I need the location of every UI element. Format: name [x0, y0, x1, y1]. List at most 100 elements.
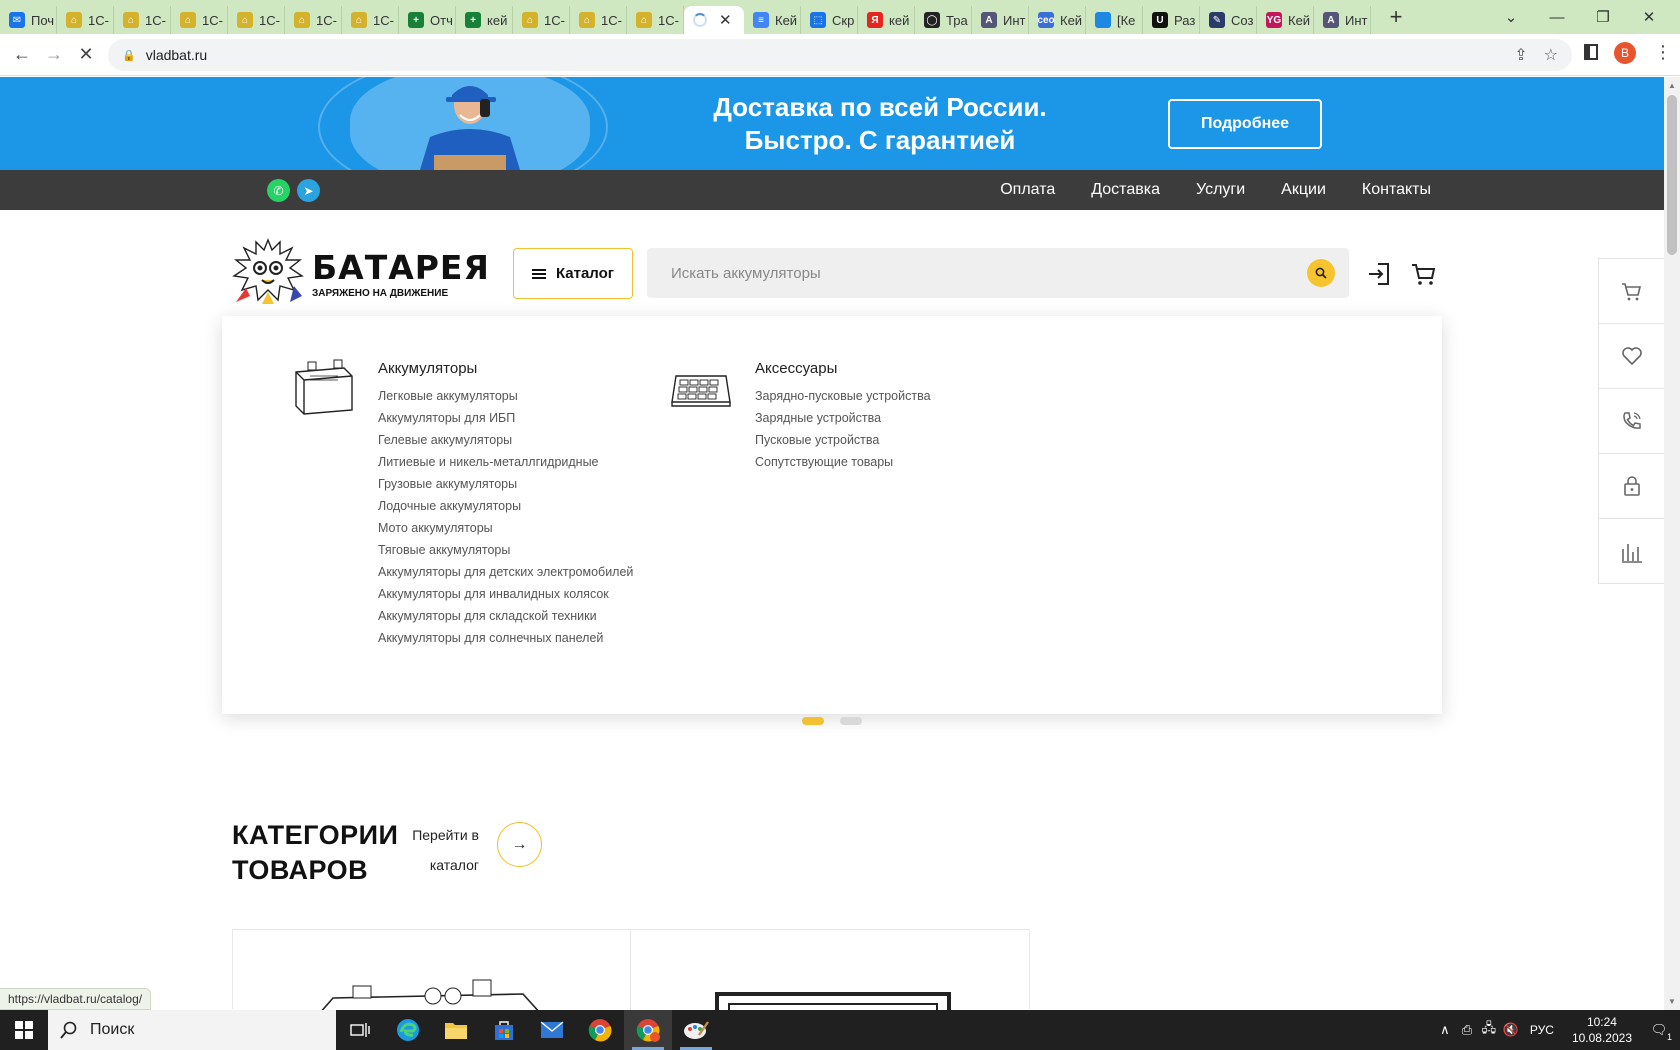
- nav-link-3[interactable]: Акции: [1281, 181, 1326, 199]
- menu-link[interactable]: Зарядные устройства: [755, 407, 931, 429]
- tab-right-8[interactable]: ✎ Соз: [1200, 6, 1257, 34]
- task-view-button[interactable]: [336, 1010, 384, 1050]
- search-input[interactable]: Искать аккумуляторы: [647, 248, 1349, 298]
- site-logo[interactable]: БАТАРЕЯ ЗАРЯЖЕНО НА ДВИЖЕНИЕ: [232, 236, 489, 306]
- scroll-up-icon[interactable]: ▲: [1668, 81, 1676, 90]
- rail-account-button[interactable]: [1599, 454, 1664, 519]
- menu-heading-accessories[interactable]: Аксессуары: [755, 360, 931, 377]
- tab-right-2[interactable]: Якей: [858, 6, 915, 34]
- menu-link[interactable]: Аккумуляторы для инвалидных колясок: [378, 583, 633, 605]
- telegram-icon[interactable]: ➤: [297, 179, 320, 202]
- taskbar-explorer[interactable]: [432, 1010, 480, 1050]
- taskbar-edge[interactable]: [384, 1010, 432, 1050]
- input-language[interactable]: РУС: [1530, 1023, 1554, 1037]
- go-to-catalog-link[interactable]: Перейти в каталог: [405, 820, 479, 880]
- tab-right-4[interactable]: A Инт: [972, 6, 1029, 34]
- tab-3[interactable]: ⌂ 1С-: [171, 6, 228, 34]
- promo-banner[interactable]: Доставка по всей России. Быстро. С гаран…: [0, 77, 1664, 170]
- menu-link[interactable]: Аккумуляторы для детских электромобилей: [378, 561, 633, 583]
- profile-avatar[interactable]: В: [1614, 42, 1636, 64]
- go-to-catalog-arrow-button[interactable]: →: [497, 822, 542, 867]
- nav-link-0[interactable]: Оплата: [1000, 181, 1055, 199]
- share-icon[interactable]: ⇪: [1514, 45, 1527, 65]
- rail-callback-button[interactable]: [1599, 389, 1664, 454]
- battery-card-image[interactable]: [313, 974, 543, 1014]
- menu-link[interactable]: Пусковые устройства: [755, 429, 931, 451]
- menu-link[interactable]: Аккумуляторы для складской техники: [378, 605, 633, 627]
- tab-right-9[interactable]: YG Кей: [1257, 6, 1314, 34]
- tab-6[interactable]: ⌂ 1С-: [342, 6, 399, 34]
- tab-right-1[interactable]: ⬚ Скр: [801, 6, 858, 34]
- forward-icon[interactable]: →: [38, 44, 70, 65]
- scrollbar-thumb[interactable]: [1667, 95, 1677, 255]
- back-icon[interactable]: ←: [6, 44, 38, 65]
- tab-active[interactable]: ✕: [684, 6, 744, 34]
- tab-5[interactable]: ⌂ 1С-: [285, 6, 342, 34]
- tray-meet-icon[interactable]: ⎙: [1456, 1022, 1478, 1038]
- close-window-icon[interactable]: ✕: [1626, 8, 1672, 26]
- taskbar-chrome-profile[interactable]: [624, 1010, 672, 1050]
- volume-muted-icon[interactable]: 🔇: [1500, 1022, 1522, 1038]
- stop-icon[interactable]: ✕: [70, 44, 102, 65]
- search-button[interactable]: [1307, 259, 1335, 287]
- menu-link[interactable]: Аккумуляторы для солнечных панелей: [378, 627, 633, 649]
- nav-link-4[interactable]: Контакты: [1362, 181, 1431, 199]
- network-icon[interactable]: 🖧: [1478, 1019, 1500, 1041]
- nav-link-2[interactable]: Услуги: [1196, 181, 1245, 199]
- menu-link[interactable]: Зарядно-пусковые устройства: [755, 385, 931, 407]
- charger-card-image[interactable]: [713, 990, 953, 1010]
- tab-11[interactable]: ⌂ 1С-: [627, 6, 684, 34]
- login-icon[interactable]: [1366, 260, 1394, 288]
- tab-right-6[interactable]: [Ке: [1086, 6, 1143, 34]
- tab-7[interactable]: + Отч: [399, 6, 456, 34]
- slider-dot-active[interactable]: [802, 717, 824, 725]
- slider-dot[interactable]: [840, 717, 862, 725]
- tab-right-5[interactable]: ceo Кей: [1029, 6, 1086, 34]
- browser-menu-icon[interactable]: ⋮: [1654, 42, 1672, 63]
- start-button[interactable]: [0, 1010, 48, 1050]
- scroll-down-icon[interactable]: ▼: [1668, 997, 1676, 1006]
- menu-link[interactable]: Литиевые и никель-металлгидридные: [378, 451, 633, 473]
- tab-1[interactable]: ⌂ 1С-: [57, 6, 114, 34]
- taskbar-chrome[interactable]: [576, 1010, 624, 1050]
- menu-link[interactable]: Тяговые аккумуляторы: [378, 539, 633, 561]
- rail-compare-button[interactable]: [1599, 519, 1664, 584]
- tab-search-icon[interactable]: ⌄: [1488, 8, 1534, 26]
- restore-icon[interactable]: ❐: [1580, 8, 1626, 26]
- tab-10[interactable]: ⌂ 1С-: [570, 6, 627, 34]
- bookmark-star-icon[interactable]: ☆: [1544, 45, 1558, 65]
- new-tab-button[interactable]: +: [1381, 4, 1411, 30]
- nav-link-1[interactable]: Доставка: [1091, 181, 1160, 199]
- tab-8[interactable]: + кей: [456, 6, 513, 34]
- menu-link[interactable]: Лодочные аккумуляторы: [378, 495, 633, 517]
- minimize-icon[interactable]: —: [1534, 9, 1580, 26]
- tab-right-0[interactable]: ≡ Кей: [744, 6, 801, 34]
- tab-4[interactable]: ⌂ 1С-: [228, 6, 285, 34]
- tab-2[interactable]: ⌂ 1С-: [114, 6, 171, 34]
- cart-icon[interactable]: [1410, 260, 1438, 288]
- tab-0[interactable]: ✉ Поч: [0, 6, 57, 34]
- taskbar-search-box[interactable]: Поиск: [48, 1010, 336, 1050]
- rail-cart-button[interactable]: [1599, 259, 1664, 324]
- url-field[interactable]: 🔒 vladbat.ru ⇪ ☆: [108, 39, 1572, 71]
- page-scrollbar[interactable]: ▲ ▼: [1664, 77, 1680, 1010]
- taskbar-store[interactable]: [480, 1010, 528, 1050]
- tray-overflow-icon[interactable]: ∧: [1434, 1022, 1456, 1038]
- taskbar-paint[interactable]: [672, 1010, 720, 1050]
- banner-more-button[interactable]: Подробнее: [1168, 99, 1322, 149]
- tab-9[interactable]: ⌂ 1С-: [513, 6, 570, 34]
- whatsapp-icon[interactable]: ✆: [267, 179, 290, 202]
- close-tab-icon[interactable]: ✕: [719, 11, 732, 29]
- menu-link[interactable]: Легковые аккумуляторы: [378, 385, 633, 407]
- side-panel-icon[interactable]: [1584, 44, 1598, 60]
- tab-right-3[interactable]: ◯ Тра: [915, 6, 972, 34]
- notifications-icon[interactable]: 🗨 1: [1648, 1022, 1672, 1042]
- menu-heading-batteries[interactable]: Аккумуляторы: [378, 360, 633, 377]
- taskbar-mail[interactable]: [528, 1010, 576, 1050]
- rail-favorites-button[interactable]: [1599, 324, 1664, 389]
- menu-link[interactable]: Аккумуляторы для ИБП: [378, 407, 633, 429]
- catalog-button[interactable]: Каталог: [513, 248, 633, 299]
- menu-link[interactable]: Грузовые аккумуляторы: [378, 473, 633, 495]
- tab-right-10[interactable]: A Инт: [1314, 6, 1371, 34]
- menu-link[interactable]: Сопутствующие товары: [755, 451, 931, 473]
